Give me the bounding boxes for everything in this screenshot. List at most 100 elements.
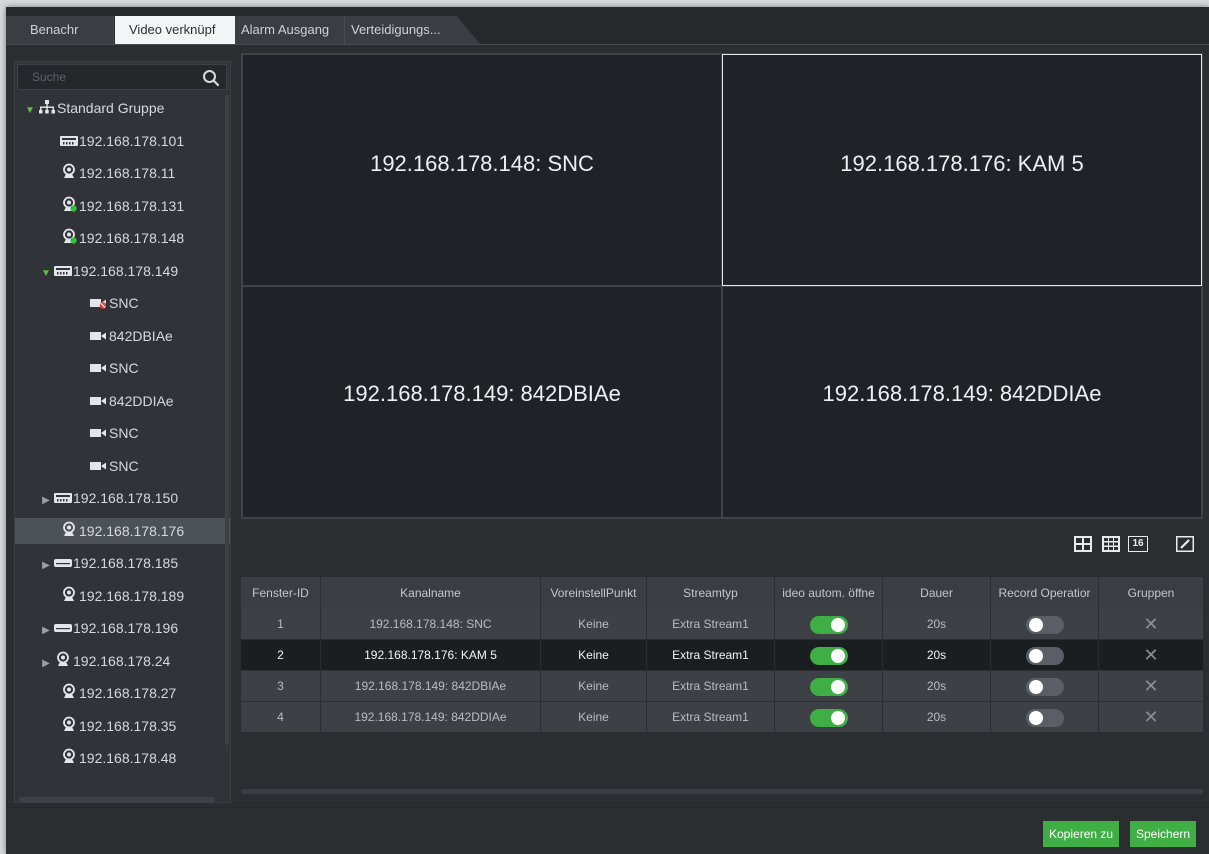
channel-icon [89,454,109,480]
tree-node[interactable]: SNC [89,453,139,479]
tree-node[interactable]: 192.168.178.11 [59,160,175,186]
delete-x-icon[interactable]: ✕ [1143,640,1158,670]
tree-node-label: SNC [109,457,139,474]
record-toggle[interactable] [1025,708,1064,727]
table-cell-duration: 20s [883,702,991,732]
table-cell-stream: Extra Stream1 [647,702,775,732]
table-cell-duration: 20s [883,640,991,670]
tree-node[interactable]: 192.168.178.176 [15,517,230,544]
tree-node[interactable]: 192.168.178.148 [59,225,184,251]
copy-to-button[interactable]: Kopieren zu [1043,821,1120,847]
tree-node-label: 192.168.178.149 [73,262,179,279]
auto-open-toggle[interactable] [809,677,848,696]
toggle-knob [1028,648,1043,663]
video-window-1[interactable]: 192.168.178.148: SNC [242,54,722,286]
search-box[interactable]: Suche [17,64,227,90]
tree-horizontal-scrollbar[interactable] [19,797,215,802]
tree-node-label: 192.168.178.176 [79,522,185,539]
tab-video-verknuepf[interactable]: Video verknüpf [115,16,235,44]
table-cell-name: 192.168.178.148: SNC [321,609,541,639]
delete-x-icon[interactable]: ✕ [1143,702,1158,732]
video-grid: 192.168.178.148: SNC 192.168.178.176: KA… [241,53,1203,519]
tab-verteidigung[interactable]: Verteidigungs... [345,16,480,44]
auto-open-cell [775,702,883,732]
record-toggle[interactable] [1025,677,1064,696]
table-row[interactable]: 2 192.168.178.176: KAM 5 Keine Extra Stream… [241,640,1203,671]
collapse-arrow-icon[interactable]: ▶ [39,651,53,677]
record-toggle[interactable] [1025,615,1064,634]
video-window-4[interactable]: 192.168.178.149: 842DDIAe [722,286,1202,518]
tree-node[interactable]: ▶ 192.168.178.185 [39,550,178,576]
tree-node[interactable]: 192.168.178.131 [59,193,184,219]
table-row[interactable]: 4 192.168.178.149: 842DDIAe Keine Extra Str… [241,702,1203,733]
toggle-knob [830,617,845,632]
edit-pencil-icon[interactable] [1176,536,1194,552]
tree-node[interactable]: ▶ 192.168.178.24 [39,648,170,674]
layout-9-icon[interactable] [1102,536,1120,552]
tree-node[interactable]: SNC [89,290,139,316]
record-toggle[interactable] [1025,646,1064,665]
tree-node-label: SNC [109,425,139,441]
tree-node[interactable]: ▼ Standard Gruppe [23,95,164,121]
column-header: Record Operatior [991,577,1099,609]
tab-alarm-ausgang[interactable]: Alarm Ausgang [235,16,345,44]
expand-arrow-icon[interactable]: ▼ [23,98,37,124]
tree-node[interactable]: ▶ 192.168.178.150 [39,485,178,511]
layout-16-button[interactable]: 16 [1128,536,1148,552]
table-row[interactable]: 3 192.168.178.149: 842DBIAe Keine Extra Str… [241,671,1203,702]
tree-node[interactable]: 842DBIAe [89,323,173,349]
auto-open-toggle[interactable] [809,708,848,727]
tree-node[interactable]: SNC [89,355,139,381]
tree-node-label: 192.168.178.150 [73,490,179,506]
tab-benachr[interactable]: Benachr [6,16,114,44]
window-link-table: Fenster-ID Kanalname VoreinstellPunkt St… [241,577,1203,733]
video-window-3[interactable]: 192.168.178.149: 842DBIAe [242,286,722,518]
save-button[interactable]: Speichern [1130,821,1197,847]
table-cell-name: 192.168.178.176: KAM 5 [321,640,541,670]
table-cell-id: 3 [241,671,321,701]
tree-node[interactable]: SNC [89,420,139,446]
tree-node[interactable]: 192.168.178.48 [59,745,176,771]
expand-arrow-icon[interactable]: ▼ [39,261,53,287]
collapse-arrow-icon[interactable]: ▶ [39,488,53,514]
tree-node-label: 192.168.178.131 [79,197,185,214]
tree-node-label: 192.168.178.11 [79,165,176,181]
auto-open-toggle[interactable] [809,646,848,665]
table-cell-preset: Keine [541,609,647,639]
groups-cell: ✕ [1099,640,1203,670]
toggle-knob [1028,679,1043,694]
collapse-arrow-icon[interactable]: ▶ [39,553,53,579]
table-horizontal-scrollbar[interactable] [241,789,1203,794]
delete-x-icon[interactable]: ✕ [1143,609,1158,639]
table-cell-duration: 20s [883,609,991,639]
nvr-device-icon [53,486,73,512]
tree-node[interactable]: 192.168.178.101 [59,128,184,154]
channel-icon [89,356,109,382]
delete-x-icon[interactable]: ✕ [1143,671,1158,701]
tree-node[interactable]: 192.168.178.27 [59,680,176,706]
tree-node-label: SNC [109,295,139,311]
auto-open-toggle[interactable] [809,615,848,634]
table-cell-preset: Keine [541,671,647,701]
tree-node[interactable]: ▶ 192.168.178.196 [39,615,178,641]
collapse-arrow-icon[interactable]: ▶ [39,618,53,644]
tree-node[interactable]: 192.168.178.189 [59,583,184,609]
channel-offline-icon [89,291,109,317]
search-icon[interactable] [202,69,220,87]
video-window-2[interactable]: 192.168.178.176: KAM 5 [722,54,1202,286]
table-row[interactable]: 1 192.168.178.148: SNC Keine Extra Stream1 2… [241,609,1203,640]
tree-vertical-scrollbar[interactable] [225,95,229,745]
groups-cell: ✕ [1099,671,1203,701]
tree-node-label: 192.168.178.196 [73,620,179,636]
tree-node[interactable]: 192.168.178.35 [59,713,176,739]
camera-icon [59,746,79,772]
dvr-device-icon [53,616,73,642]
nvr-device-icon [59,129,79,155]
table-cell-id: 1 [241,609,321,639]
auto-open-cell [775,640,883,670]
search-input[interactable]: Suche [32,70,66,84]
layout-4-icon[interactable] [1074,536,1092,552]
tree-node[interactable]: ▼ 192.168.178.149 [39,258,178,284]
tree-node[interactable]: 842DDIAe [89,388,174,414]
toggle-knob [830,648,845,663]
